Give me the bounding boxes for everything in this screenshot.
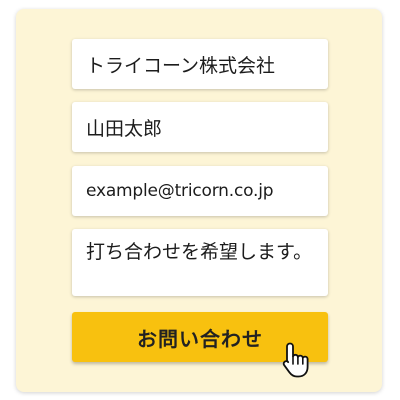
email-field[interactable]: example@tricorn.co.jp [72, 166, 328, 216]
email-value: example@tricorn.co.jp [86, 181, 274, 201]
submit-button-label: お問い合わせ [137, 326, 263, 351]
company-name-value: トライコーン株式会社 [86, 54, 276, 77]
message-value: 打ち合わせを希望します。 [86, 241, 313, 263]
hand-pointer-icon [282, 342, 309, 378]
name-value: 山田太郎 [86, 117, 163, 140]
name-field[interactable]: 山田太郎 [72, 102, 328, 152]
company-name-field[interactable]: トライコーン株式会社 [72, 39, 328, 89]
message-textarea[interactable]: 打ち合わせを希望します。 [72, 229, 328, 296]
